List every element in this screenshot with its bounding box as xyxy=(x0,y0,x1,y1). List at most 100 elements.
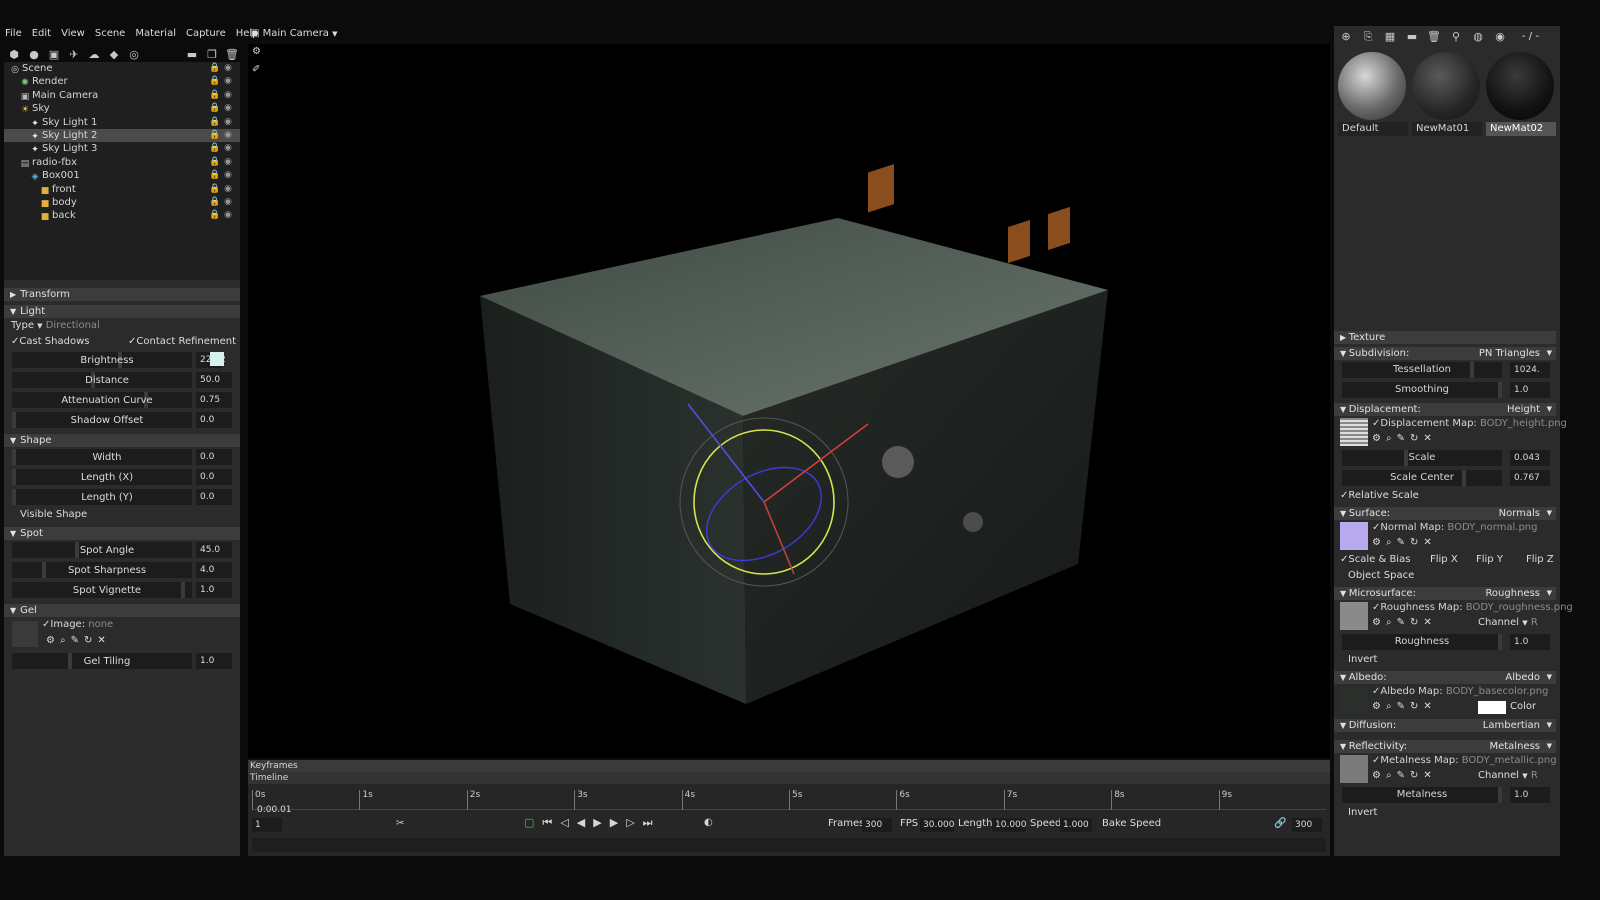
add-globe-icon[interactable]: ◎ xyxy=(126,46,142,62)
search-icon[interactable]: ⌕ xyxy=(1386,701,1397,712)
close-icon[interactable]: ✕ xyxy=(1423,537,1436,548)
assign-icon[interactable]: ◉ xyxy=(1492,28,1508,44)
width-slider[interactable]: Width 0.0 xyxy=(4,447,240,467)
flip-x-checkbox[interactable]: Flip X xyxy=(1430,552,1458,568)
edit-pencil-icon[interactable]: ✎ xyxy=(1397,617,1410,628)
scale-center-slider[interactable]: Scale Center 0.767 xyxy=(1334,468,1556,488)
delete-icon[interactable]: 🗑 xyxy=(224,46,240,62)
flip-z-checkbox[interactable]: Flip Z xyxy=(1526,552,1554,568)
search-icon[interactable]: ⌕ xyxy=(60,635,71,646)
visible-shape-checkbox[interactable]: Visible Shape xyxy=(4,507,240,523)
roughness-channel-select[interactable]: Channel ▼ R xyxy=(1478,617,1538,628)
cast-shadows-checkbox[interactable]: ✓Cast Shadows xyxy=(11,336,89,347)
outliner-item[interactable]: ◎ Scene 🔒◉ xyxy=(4,62,240,75)
speed-dial-icon[interactable]: ◐ xyxy=(704,817,713,828)
timeline-header[interactable]: Timeline xyxy=(248,772,1330,784)
visibility-eye-icon[interactable]: 🔒◉ xyxy=(209,156,236,169)
add-shadow-catcher-icon[interactable]: ✈ xyxy=(66,46,82,62)
section-texture[interactable]: ▶ Texture xyxy=(1334,331,1556,344)
viewport-settings-gear-icon[interactable]: ⚙ xyxy=(252,46,261,57)
step-forward-icon[interactable]: ▷ xyxy=(626,816,634,830)
keyframes-header[interactable]: Keyframes xyxy=(248,760,1330,772)
visibility-eye-icon[interactable]: 🔒◉ xyxy=(209,75,236,88)
settings-gear-icon[interactable]: ⚙ xyxy=(1372,701,1386,712)
spot-sharpness-slider[interactable]: Spot Sharpness 4.0 xyxy=(4,560,240,580)
reload-icon[interactable]: ↻ xyxy=(1410,701,1423,712)
metalness-map-thumbnail[interactable] xyxy=(1340,755,1368,783)
albedo-map-thumbnail[interactable] xyxy=(1340,686,1368,714)
settings-gear-icon[interactable]: ⚙ xyxy=(1372,537,1386,548)
add-mesh-icon[interactable]: ◆ xyxy=(106,46,122,62)
section-displacement[interactable]: ▼ Displacement: Height ▼ xyxy=(1334,403,1556,416)
reload-icon[interactable]: ↻ xyxy=(1410,433,1423,444)
reload-icon[interactable]: ↻ xyxy=(84,635,97,646)
close-icon[interactable]: ✕ xyxy=(1423,433,1436,444)
frames-field[interactable]: 300 xyxy=(862,818,892,832)
outliner-item[interactable]: ▣ Main Camera 🔒◉ xyxy=(4,89,240,102)
edit-pencil-icon[interactable]: ✎ xyxy=(1397,770,1410,781)
material-preview-sphere[interactable] xyxy=(1486,52,1554,120)
timeline-ruler[interactable]: 0s 1s 2s 3s 4s 5s 6s 7s 8s 9s xyxy=(252,790,1326,810)
speed-field[interactable]: 1.000 xyxy=(1060,818,1092,832)
add-camera-icon[interactable]: ▣ xyxy=(46,46,62,62)
close-icon[interactable]: ✕ xyxy=(97,635,110,646)
light-color-swatch[interactable] xyxy=(210,352,224,366)
roughness-map-thumbnail[interactable] xyxy=(1340,602,1368,630)
duplicate-material-icon[interactable]: ⎘ xyxy=(1360,28,1376,44)
scale-slider[interactable]: Scale 0.043 xyxy=(1334,448,1556,468)
menu-scene[interactable]: Scene xyxy=(90,26,131,42)
material-preview-sphere[interactable] xyxy=(1412,52,1480,120)
search-icon[interactable]: ⌕ xyxy=(1386,770,1397,781)
skip-end-icon[interactable]: ⏭ xyxy=(643,816,653,830)
edit-pencil-icon[interactable]: ✎ xyxy=(1397,433,1410,444)
section-shape[interactable]: ▼ Shape xyxy=(4,434,240,447)
length-y-slider[interactable]: Length (Y) 0.0 xyxy=(4,487,240,507)
loop-icon[interactable]: ▢ xyxy=(524,816,534,830)
prev-frame-icon[interactable]: ◀ xyxy=(577,816,585,830)
chevron-down-icon[interactable]: ▼ xyxy=(37,322,42,330)
brightness-slider[interactable]: Brightness22.02 xyxy=(4,350,240,370)
menu-capture[interactable]: Capture xyxy=(181,26,231,42)
reload-icon[interactable]: ↻ xyxy=(1410,617,1423,628)
duplicate-icon[interactable]: ❐ xyxy=(204,46,220,62)
next-frame-icon[interactable]: ▶ xyxy=(610,816,618,830)
smoothing-slider[interactable]: Smoothing 1.0 xyxy=(1334,380,1556,400)
timeline-track[interactable] xyxy=(252,838,1326,852)
menu-view[interactable]: View xyxy=(56,26,90,42)
contact-refinement-checkbox[interactable]: ✓Contact Refinement xyxy=(128,334,236,350)
outliner-item[interactable]: ■ body 🔒◉ xyxy=(4,196,240,209)
checker-icon[interactable]: ▦ xyxy=(1382,28,1398,44)
roughness-slider[interactable]: Roughness 1.0 xyxy=(1334,632,1556,652)
section-subdivision[interactable]: ▼ Subdivision: PN Triangles ▼ xyxy=(1334,347,1556,360)
end-frame-field[interactable]: 300 xyxy=(1292,818,1322,832)
visibility-eye-icon[interactable]: 🔒◉ xyxy=(209,129,236,142)
material-name[interactable]: Default xyxy=(1338,122,1408,136)
section-surface[interactable]: ▼ Surface: Normals ▼ xyxy=(1334,507,1556,520)
outliner-item[interactable]: ☀ Sky 🔒◉ xyxy=(4,102,240,115)
edit-pencil-icon[interactable]: ✎ xyxy=(1397,701,1410,712)
attenuation-slider[interactable]: Attenuation Curve 0.75 xyxy=(4,390,240,410)
material-pick-icon[interactable]: ⚲ xyxy=(1448,28,1464,44)
fps-field[interactable]: 30.000 xyxy=(920,818,955,832)
close-icon[interactable]: ✕ xyxy=(1423,617,1436,628)
settings-gear-icon[interactable]: ⚙ xyxy=(1372,770,1386,781)
search-icon[interactable]: ⌕ xyxy=(1386,537,1397,548)
search-icon[interactable]: ⌕ xyxy=(1386,617,1397,628)
reload-icon[interactable]: ↻ xyxy=(1410,537,1423,548)
section-gel[interactable]: ▼ Gel xyxy=(4,604,240,617)
light-type-value[interactable]: Directional xyxy=(46,320,100,331)
section-albedo[interactable]: ▼ Albedo: Albedo ▼ xyxy=(1334,671,1556,684)
metalness-invert-checkbox[interactable]: Invert xyxy=(1334,805,1556,821)
length-x-slider[interactable]: Length (X) 0.0 xyxy=(4,467,240,487)
add-light-icon[interactable]: ● xyxy=(26,46,42,62)
material-name[interactable]: NewMat01 xyxy=(1412,122,1482,136)
scale-bias-checkbox[interactable]: ✓Scale & Bias xyxy=(1340,552,1410,568)
object-space-checkbox[interactable]: Object Space xyxy=(1334,568,1556,584)
settings-gear-icon[interactable]: ⚙ xyxy=(1372,617,1386,628)
visibility-eye-icon[interactable]: 🔒◉ xyxy=(209,102,236,115)
outliner-item[interactable]: ✦ Sky Light 1 🔒◉ xyxy=(4,116,240,129)
key-icon[interactable]: ✂ xyxy=(396,818,404,829)
settings-gear-icon[interactable]: ⚙ xyxy=(46,635,60,646)
apply-icon[interactable]: ◍ xyxy=(1470,28,1486,44)
folder-icon[interactable]: ▬ xyxy=(1404,28,1420,44)
